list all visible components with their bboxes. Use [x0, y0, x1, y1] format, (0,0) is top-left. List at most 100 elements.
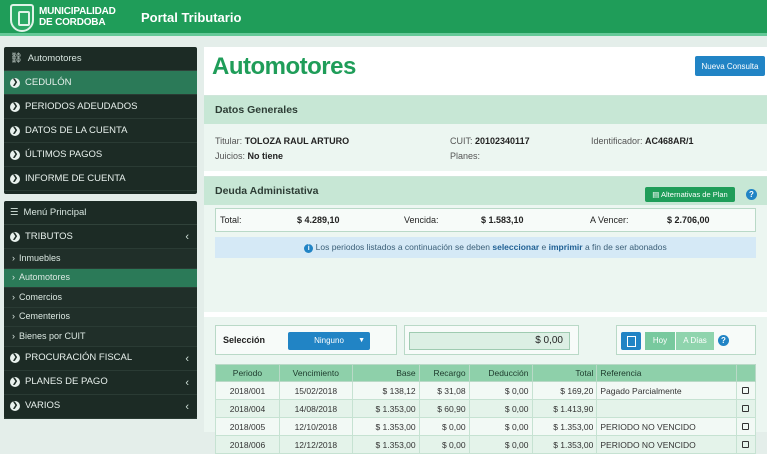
hoy-button[interactable]: Hoy — [645, 332, 675, 350]
new-query-button[interactable]: Nueva Consulta — [695, 56, 765, 76]
help-icon[interactable]: ? — [718, 335, 729, 346]
deuda-panel: Deuda Administativa ▤ Alternativas de Pl… — [204, 176, 767, 312]
cell-base: $ 1.353,00 — [351, 435, 420, 454]
column-header: Total — [531, 364, 598, 382]
table-row[interactable]: 2018/005 12/10/2018 $ 1.353,00 $ 0,00 $ … — [215, 417, 757, 436]
cell-referencia: Pagado Parcialmente — [596, 381, 737, 400]
field-label: Titular: — [215, 136, 243, 146]
cell-periodo: 2018/001 — [215, 381, 280, 400]
row-checkbox[interactable] — [742, 440, 750, 448]
column-header: Periodo — [215, 364, 280, 382]
help-icon[interactable]: ? — [746, 189, 757, 200]
periods-table: Periodo Vencimiento Base Recargo Deducci… — [215, 364, 757, 454]
cell-vencimiento: 12/10/2018 — [278, 417, 353, 436]
selection-dropdown[interactable]: Ninguno ▼ — [288, 332, 370, 350]
table-row[interactable]: 2018/006 12/12/2018 $ 1.353,00 $ 0,00 $ … — [215, 435, 757, 454]
sidebar-item-label: INFORME DE CUENTA — [25, 172, 126, 184]
row-checkbox[interactable] — [742, 422, 750, 430]
sidebar-subitem-label: Bienes por CUIT — [19, 330, 86, 341]
brand-name[interactable]: MUNICIPALIDAD DE CORDOBA — [39, 6, 116, 28]
chevron-circle-icon: ❯ — [10, 149, 20, 160]
sidebar-item-informe-cuenta[interactable]: ❯ INFORME DE CUENTA — [4, 167, 197, 191]
sidebar-subitem-bienes-cuit[interactable]: › Bienes por CUIT — [4, 327, 197, 347]
chevron-right-icon: › — [12, 272, 15, 282]
hamburger-icon: ☰ — [10, 206, 19, 218]
datos-generales-panel: Datos Generales Titular: TOLOZA RAUL ART… — [204, 95, 767, 171]
cell-select — [735, 381, 757, 400]
chevron-left-icon: ‹ — [185, 231, 189, 243]
info-emphasis: imprimir — [548, 242, 583, 252]
identificador-value: AC468AR/1 — [645, 136, 694, 146]
juicios-value: No tiene — [247, 151, 284, 161]
sidebar-section-title: Menú Principal — [23, 206, 87, 218]
chevron-circle-icon: ❯ — [10, 77, 20, 88]
sidebar-subitem-comercios[interactable]: › Comercios — [4, 288, 197, 308]
column-header: Recargo — [418, 364, 470, 382]
sidebar-subitem-inmuebles[interactable]: › Inmuebles — [4, 249, 197, 269]
sidebar-section-header: ☰ Menú Principal — [4, 201, 197, 225]
sidebar-subitem-cementerios[interactable]: › Cementerios — [4, 307, 197, 327]
chevron-left-icon: ‹ — [185, 400, 189, 413]
field-label: Juicios: — [215, 151, 246, 161]
alternativas-plan-button[interactable]: ▤ Alternativas de Plan — [645, 187, 735, 202]
document-icon[interactable] — [621, 332, 641, 350]
selection-label: Selección — [223, 335, 266, 345]
selected-amount-field[interactable]: $ 0,00 — [409, 332, 570, 350]
cell-total: $ 169,20 — [531, 381, 598, 400]
sidebar-item-cedulon[interactable]: ❯ CEDULÓN — [4, 71, 197, 95]
sidebar-item-tributos[interactable]: ❯ TRIBUTOS ‹ — [4, 225, 197, 249]
total-label: Total: — [220, 215, 242, 225]
chevron-circle-icon: ❯ — [10, 377, 20, 387]
cell-recargo: $ 60,90 — [418, 399, 470, 418]
cell-select — [735, 435, 757, 454]
sidebar-item-procuracion-fiscal[interactable]: ❯ PROCURACIÓN FISCAL ‹ — [4, 347, 197, 371]
sidebar-item-datos-cuenta[interactable]: ❯ DATOS DE LA CUENTA — [4, 119, 197, 143]
total-value: $ 4.289,10 — [297, 215, 340, 225]
sidebar-subitem-label: Automotores — [19, 272, 71, 282]
avencer-value: $ 2.706,00 — [667, 215, 710, 225]
cell-base: $ 1.353,00 — [351, 417, 420, 436]
table-header-row: Periodo Vencimiento Base Recargo Deducci… — [215, 364, 757, 382]
cell-recargo: $ 31,08 — [418, 381, 470, 400]
sidebar-item-label: PERIODOS ADEUDADOS — [25, 100, 138, 112]
column-header: Base — [351, 364, 420, 382]
top-bar: MUNICIPALIDAD DE CORDOBA Portal Tributar… — [0, 0, 767, 36]
juicios-field: Juicios: No tiene — [215, 151, 283, 161]
cell-total: $ 1.353,00 — [531, 417, 598, 436]
totals-bar: Total: $ 4.289,10 Vencida: $ 1.583,10 A … — [215, 208, 756, 232]
sidebar-item-label: PLANES DE PAGO — [25, 376, 108, 387]
sidebar-item-periodos-adeudados[interactable]: ❯ PERIODOS ADEUDADOS — [4, 95, 197, 119]
a-dias-button[interactable]: A Días — [676, 332, 714, 350]
row-checkbox[interactable] — [742, 404, 750, 412]
column-header: Vencimiento — [278, 364, 353, 382]
chevron-circle-icon: ❯ — [10, 173, 20, 184]
cell-vencimiento: 15/02/2018 — [278, 381, 353, 400]
sidebar-section-title: Automotores — [27, 52, 82, 64]
dropdown-value: Ninguno — [314, 336, 344, 345]
cell-vencimiento: 12/12/2018 — [278, 435, 353, 454]
field-label: CUIT: — [450, 136, 473, 146]
municipality-shield-icon[interactable] — [10, 4, 34, 32]
row-checkbox[interactable] — [742, 386, 750, 394]
chevron-right-icon: › — [12, 311, 15, 321]
cell-deduccion: $ 0,00 — [468, 435, 533, 454]
sidebar-subitem-automotores[interactable]: › Automotores — [4, 268, 197, 288]
titular-value: TOLOZA RAUL ARTURO — [244, 136, 350, 146]
chevron-left-icon: ‹ — [185, 376, 189, 389]
portal-title: Portal Tributario — [141, 10, 242, 25]
table-row[interactable]: 2018/001 15/02/2018 $ 138,12 $ 31,08 $ 0… — [215, 381, 757, 400]
chevron-circle-icon: ❯ — [10, 101, 20, 112]
sidebar-item-ultimos-pagos[interactable]: ❯ ÚLTIMOS PAGOS — [4, 143, 197, 167]
sidebar-section-header: ⛓ Automotores — [4, 47, 197, 71]
page-title: Automotores — [212, 53, 356, 80]
sidebar-item-planes-pago[interactable]: ❯ PLANES DE PAGO ‹ — [4, 371, 197, 395]
cell-referencia: PERIODO NO VENCIDO — [596, 435, 737, 454]
cuit-value: 20102340117 — [475, 136, 530, 146]
field-label: Planes: — [450, 151, 481, 161]
table-row[interactable]: 2018/004 14/08/2018 $ 1.353,00 $ 60,90 $… — [215, 399, 757, 418]
sidebar-item-varios[interactable]: ❯ VARIOS ‹ — [4, 395, 197, 419]
titular-field: Titular: TOLOZA RAUL ARTURO — [215, 136, 349, 146]
cell-referencia — [596, 399, 737, 418]
chevron-circle-icon: ❯ — [10, 401, 20, 411]
cell-select — [735, 399, 757, 418]
